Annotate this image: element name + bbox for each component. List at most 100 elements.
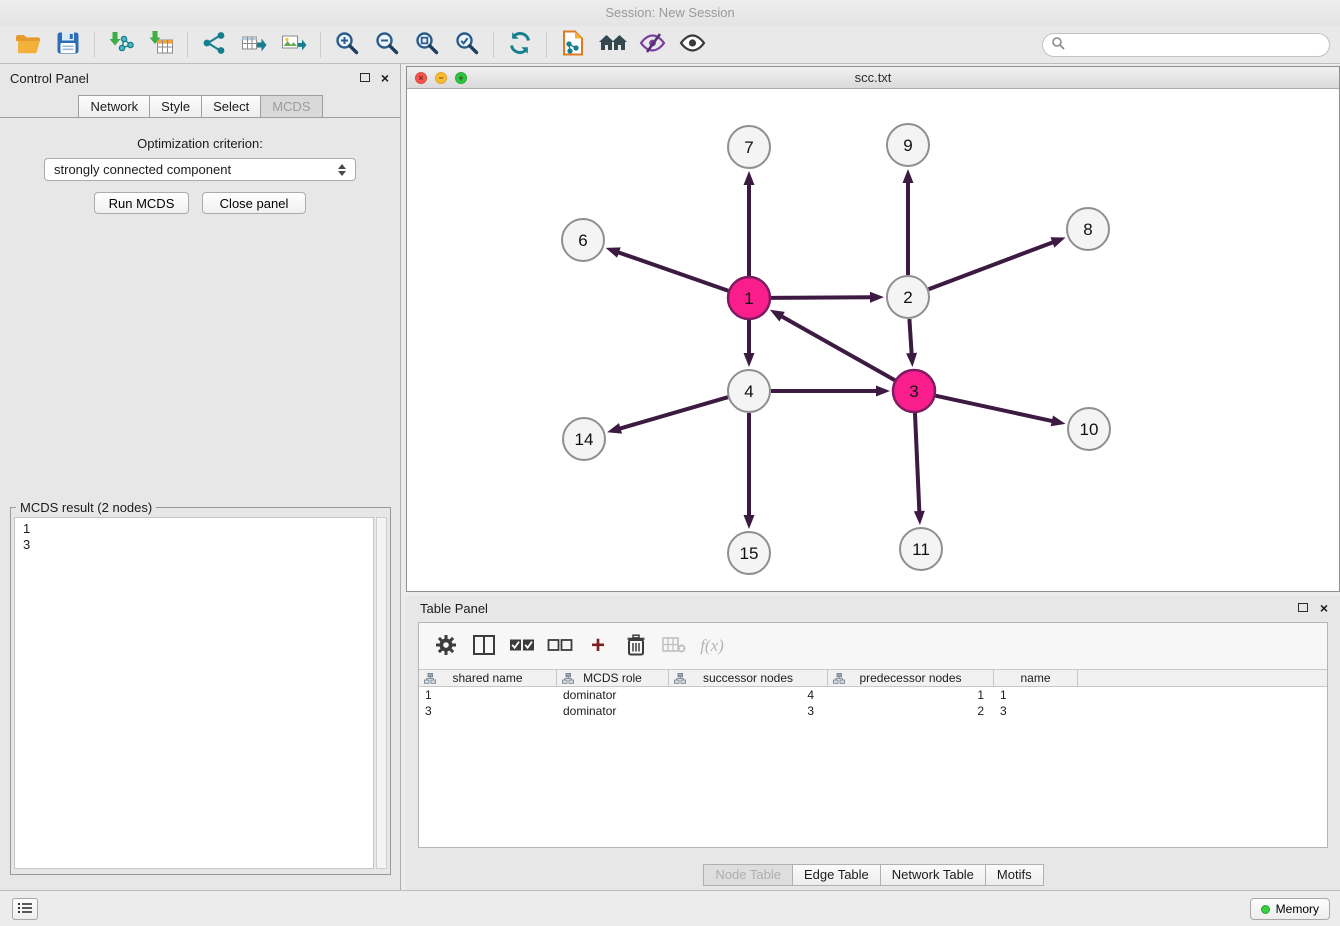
show-columns-button[interactable]	[467, 629, 501, 663]
eye-icon	[679, 31, 707, 58]
column-label: shared name	[452, 671, 522, 685]
graph-edge-3-11[interactable]	[915, 413, 919, 512]
import-network-icon	[108, 30, 134, 59]
function-builder-button[interactable]: f(x)	[695, 629, 729, 663]
export-network-button[interactable]	[234, 29, 274, 61]
main-toolbar	[0, 26, 1340, 64]
cell-predecessor-nodes: 1	[828, 688, 994, 702]
column-header-predecessor-nodes[interactable]: predecessor nodes	[828, 670, 994, 686]
tab-network-table[interactable]: Network Table	[880, 864, 986, 886]
cell-successor-nodes: 3	[669, 704, 828, 718]
style-edit-button[interactable]	[633, 29, 673, 61]
open-session-button[interactable]	[8, 29, 48, 61]
graph-edge-2-3[interactable]	[909, 319, 911, 354]
traffic-lights: × − +	[415, 72, 467, 84]
table-panel-tabs: Node Table Edge Table Network Table Moti…	[406, 864, 1340, 886]
network-document-icon	[561, 30, 585, 59]
add-column-button[interactable]: +	[581, 629, 615, 663]
column-header-name[interactable]: name	[994, 670, 1078, 686]
show-details-button[interactable]	[673, 29, 713, 61]
search-icon	[1051, 36, 1065, 53]
column-label: MCDS role	[583, 671, 642, 685]
trash-icon	[626, 634, 646, 659]
new-network-from-selection-button[interactable]	[194, 29, 234, 61]
tab-node-table[interactable]: Node Table	[703, 864, 793, 886]
network-canvas[interactable]: 7968124314101511	[407, 89, 1339, 591]
toolbar-separator	[320, 32, 321, 58]
window-title: Session: New Session	[605, 5, 734, 20]
tab-motifs[interactable]: Motifs	[985, 864, 1044, 886]
tab-network[interactable]: Network	[78, 95, 150, 117]
graph-node-label: 10	[1080, 420, 1099, 439]
close-panel-button[interactable]: Close panel	[202, 192, 306, 214]
zoom-selected-button[interactable]	[447, 29, 487, 61]
graph-edge-1-2[interactable]	[771, 297, 871, 298]
graph-edge-3-10[interactable]	[935, 396, 1052, 421]
cell-successor-nodes: 4	[669, 688, 828, 702]
table-row[interactable]: 1 dominator 4 1 1	[419, 687, 1327, 703]
window-zoom-button[interactable]: +	[455, 72, 467, 84]
import-network-file-button[interactable]	[101, 29, 141, 61]
window-close-button[interactable]: ×	[415, 72, 427, 84]
plus-icon: +	[591, 636, 605, 656]
application-window: Session: New Session	[0, 0, 1340, 926]
float-panel-icon[interactable]	[360, 73, 370, 82]
mcds-result-group: MCDS result (2 nodes) 1 3	[10, 500, 391, 875]
window-minimize-button[interactable]: −	[435, 72, 447, 84]
run-mcds-button[interactable]: Run MCDS	[94, 192, 189, 214]
table-row[interactable]: 3 dominator 3 2 3	[419, 703, 1327, 719]
zoom-selected-icon	[454, 30, 480, 59]
tab-select[interactable]: Select	[201, 95, 261, 117]
column-header-successor-nodes[interactable]: successor nodes	[669, 670, 828, 686]
result-scrollbar[interactable]	[376, 517, 387, 869]
deselect-all-button[interactable]	[543, 629, 577, 663]
delete-table-button[interactable]	[657, 629, 691, 663]
tab-mcds[interactable]: MCDS	[260, 95, 322, 117]
graph-edge-2-8[interactable]	[929, 242, 1054, 289]
fit-content-button[interactable]	[407, 29, 447, 61]
graph-edge-arrowhead	[876, 386, 890, 397]
graph-edge-arrowhead	[1051, 237, 1066, 247]
graph-edge-1-6[interactable]	[618, 252, 728, 291]
apply-layout-button[interactable]	[500, 29, 540, 61]
criterion-select[interactable]: strongly connected component	[44, 158, 356, 181]
tab-style[interactable]: Style	[149, 95, 202, 117]
network-window-title: scc.txt	[855, 70, 892, 85]
zoom-in-button[interactable]	[327, 29, 367, 61]
search-box	[1042, 33, 1330, 57]
cell-mcds-role: dominator	[557, 704, 669, 718]
export-image-button[interactable]	[274, 29, 314, 61]
toolbar-separator	[187, 32, 188, 58]
save-session-button[interactable]	[48, 29, 88, 61]
select-all-button[interactable]	[505, 629, 539, 663]
home-button[interactable]	[593, 29, 633, 61]
close-panel-icon[interactable]: ×	[381, 69, 389, 87]
graph-node-label: 4	[744, 382, 753, 401]
graph-node-label: 3	[909, 382, 918, 401]
toolbar-separator	[493, 32, 494, 58]
zoom-out-button[interactable]	[367, 29, 407, 61]
table-panel: Table Panel × +	[406, 596, 1340, 890]
tab-edge-table[interactable]: Edge Table	[792, 864, 881, 886]
column-header-mcds-role[interactable]: MCDS role	[557, 670, 669, 686]
graph-node-label: 2	[903, 288, 912, 307]
network-window-titlebar[interactable]: × − + scc.txt	[407, 67, 1339, 89]
close-panel-icon[interactable]: ×	[1320, 599, 1328, 617]
memory-button[interactable]: Memory	[1250, 898, 1330, 920]
column-header-shared-name[interactable]: shared name	[419, 670, 557, 686]
table-settings-button[interactable]	[429, 629, 463, 663]
mcds-result-list[interactable]: 1 3	[14, 517, 374, 869]
import-table-file-button[interactable]	[141, 29, 181, 61]
mcds-result-line: 3	[23, 537, 365, 553]
control-panel-title: Control Panel	[10, 71, 89, 86]
search-input[interactable]	[1070, 38, 1321, 52]
column-label: predecessor nodes	[859, 671, 961, 685]
delete-column-button[interactable]	[619, 629, 653, 663]
select-arrows-icon	[338, 164, 346, 176]
graph-edge-4-14[interactable]	[620, 397, 728, 429]
window-titlebar[interactable]: Session: New Session	[0, 0, 1340, 26]
panel-menu-button[interactable]	[12, 898, 38, 920]
graph-edge-3-1[interactable]	[781, 316, 895, 380]
network-document-button[interactable]	[553, 29, 593, 61]
float-panel-icon[interactable]	[1298, 603, 1308, 612]
